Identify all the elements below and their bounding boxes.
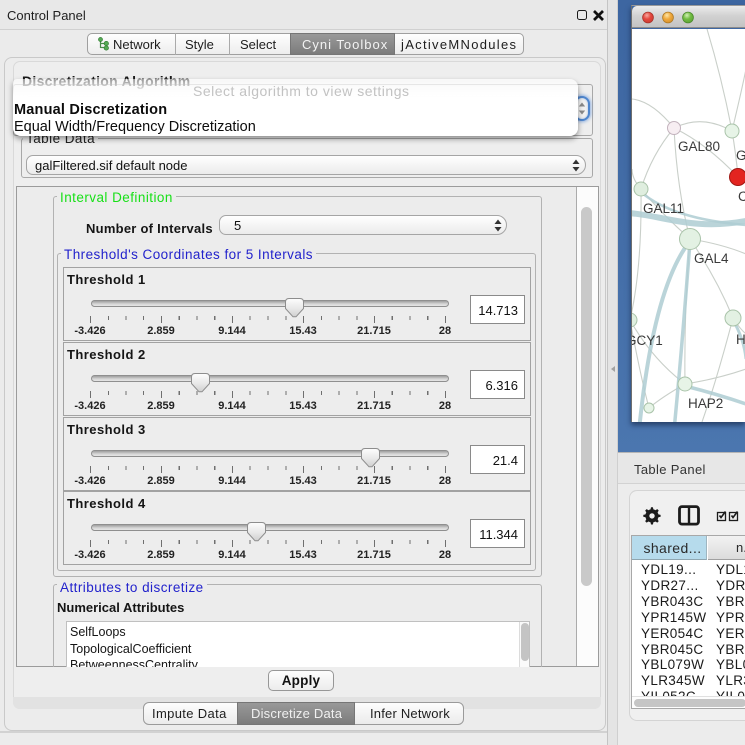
svg-text:HAP2: HAP2 — [688, 396, 723, 411]
svg-text:H: H — [736, 332, 745, 347]
svg-text:GAL80: GAL80 — [678, 139, 720, 154]
svg-text:GAL4: GAL4 — [694, 251, 729, 266]
svg-text:GA: GA — [736, 148, 745, 163]
svg-text:GAL11: GAL11 — [643, 201, 684, 216]
svg-text:GCY1: GCY1 — [632, 333, 663, 348]
svg-text:C: C — [738, 189, 745, 204]
